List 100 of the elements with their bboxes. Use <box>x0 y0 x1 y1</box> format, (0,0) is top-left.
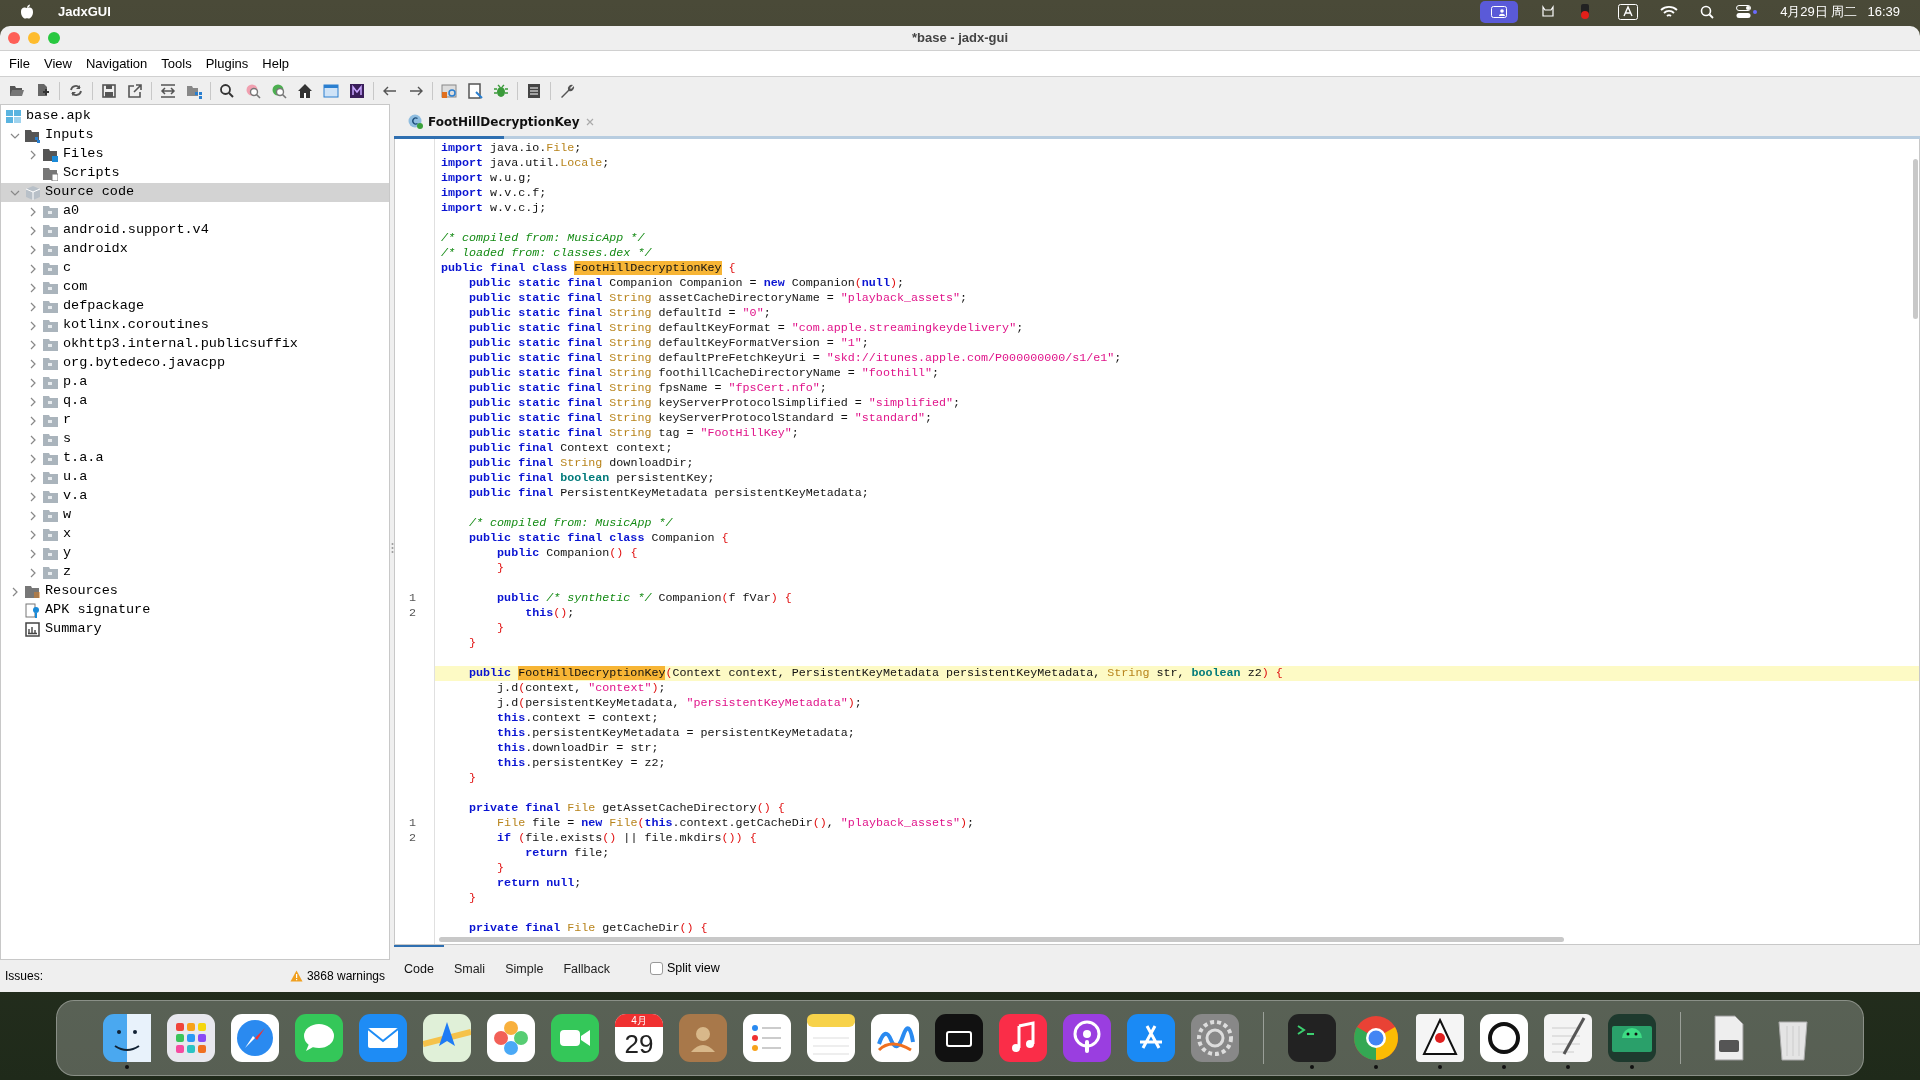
menubar-date[interactable]: 4月29日 周二 <box>1780 2 1858 22</box>
envelope-icon[interactable] <box>359 1013 407 1062</box>
tree-item[interactable]: x <box>63 524 72 545</box>
map-icon[interactable] <box>423 1013 471 1062</box>
tree-item[interactable]: Scripts <box>63 163 120 184</box>
code-line: this.persistentKeyMetadata = persistentKeyMetadata; <box>496 726 855 740</box>
wifi-icon[interactable] <box>1660 5 1679 19</box>
bug-icon[interactable] <box>493 82 509 99</box>
music-note-icon[interactable] <box>999 1013 1047 1062</box>
speech-bubble-icon[interactable] <box>295 1013 343 1062</box>
pencil-paper-icon[interactable] <box>1544 1013 1592 1062</box>
tree-item[interactable]: Source code <box>45 182 135 203</box>
search-icon[interactable] <box>1700 5 1715 19</box>
splitter-handle[interactable] <box>390 542 394 554</box>
tree-item[interactable]: p.a <box>63 372 88 393</box>
menu-item[interactable]: View <box>36 53 79 74</box>
horizontal-scrollbar[interactable] <box>439 937 1564 942</box>
browser-ring-icon[interactable] <box>1352 1013 1400 1062</box>
tree-item[interactable]: y <box>63 543 72 564</box>
tree-item[interactable]: Inputs <box>45 125 94 146</box>
tree-item[interactable]: APK signature <box>45 600 151 621</box>
tree-item[interactable]: Resources <box>45 581 118 602</box>
refresh-icon[interactable] <box>68 82 84 99</box>
code-editor[interactable] <box>394 139 1920 944</box>
folder-icon <box>42 242 58 257</box>
app-grid-icon[interactable] <box>167 1013 215 1062</box>
window-icon[interactable] <box>323 82 339 99</box>
tree-item[interactable]: Summary <box>45 619 102 640</box>
code-line: j.d(persistentKeyMetadata, "persistentKeyMetadata"); <box>496 696 862 710</box>
tree-item[interactable]: w <box>63 505 72 526</box>
podcast-icon[interactable] <box>1063 1013 1111 1062</box>
app-store-icon[interactable] <box>1127 1013 1175 1062</box>
tree-item[interactable]: t.a.a <box>63 448 104 469</box>
screen-share-status[interactable] <box>1480 1 1519 23</box>
tree-item[interactable]: kotlinx.coroutines <box>63 315 209 336</box>
tv-app-icon[interactable] <box>935 1013 983 1062</box>
tree-item[interactable]: Files <box>63 144 104 165</box>
menubar-clock[interactable]: 16:39 <box>1867 2 1900 22</box>
tree-item[interactable]: c <box>63 258 72 279</box>
control-center-icon[interactable] <box>1736 5 1759 19</box>
tree-item[interactable]: u.a <box>63 467 88 488</box>
terminal-icon[interactable] <box>1288 1013 1336 1062</box>
view-tab[interactable]: Fallback <box>553 945 620 992</box>
code-line: /* compiled from: MusicApp */ <box>441 231 645 245</box>
tree-item[interactable]: base.apk <box>26 106 91 127</box>
selected-tree-row[interactable]: Source code <box>1 183 389 202</box>
menu-item[interactable]: Navigation <box>78 53 155 74</box>
vertical-scrollbar[interactable] <box>1913 159 1918 319</box>
lock-gear-icon[interactable] <box>441 82 457 99</box>
expand-arrows-icon[interactable] <box>160 82 176 99</box>
menu-item[interactable]: Plugins <box>198 53 256 74</box>
folder-icon <box>42 527 58 542</box>
menu-item[interactable]: Help <box>255 53 297 74</box>
tree-item[interactable]: androidx <box>63 239 128 260</box>
close-window-button[interactable] <box>8 32 20 44</box>
tree-item[interactable]: android.support.v4 <box>63 220 209 241</box>
menu-item[interactable]: File <box>2 53 37 74</box>
editor-tab[interactable]: FootHillDecryptionKey <box>404 108 600 136</box>
split-view-checkbox[interactable]: Split view <box>649 959 720 978</box>
menu-item[interactable]: Tools <box>154 53 199 74</box>
tree-item[interactable]: r <box>63 410 72 431</box>
squiggle-icon[interactable] <box>871 1013 919 1062</box>
compass-icon[interactable] <box>231 1013 279 1062</box>
tree-item[interactable]: a0 <box>63 201 80 222</box>
tree-item[interactable]: v.a <box>63 486 88 507</box>
wrench-icon[interactable] <box>559 82 575 99</box>
tree-item[interactable]: q.a <box>63 391 88 412</box>
input-method-icon[interactable] <box>1618 4 1639 20</box>
calendar-app-icon[interactable]: 4月 29 <box>615 1013 663 1062</box>
tree-item[interactable]: okhttp3.internal.publicsuffix <box>63 334 298 355</box>
tree-item[interactable]: org.bytedeco.javacpp <box>63 353 226 374</box>
tree-item[interactable]: s <box>63 429 72 450</box>
app-name[interactable]: JadxGUI <box>58 2 111 22</box>
tree-item[interactable]: com <box>63 277 88 298</box>
log-list-icon[interactable] <box>526 82 542 99</box>
view-tab[interactable]: Code <box>394 945 444 992</box>
search-usage-icon[interactable] <box>271 82 287 99</box>
tree-item[interactable]: defpackage <box>63 296 144 317</box>
checklist-icon[interactable] <box>743 1013 791 1062</box>
add-file-icon[interactable] <box>35 82 51 99</box>
settings-icon[interactable] <box>1191 1013 1239 1062</box>
face-app-icon[interactable] <box>103 1013 151 1062</box>
android-robot-icon[interactable] <box>1608 1013 1656 1062</box>
letter-m-icon[interactable] <box>349 82 365 99</box>
notepad-icon[interactable] <box>807 1013 855 1062</box>
code-line: if (file.exists() || file.mkdirs()) { <box>496 831 757 845</box>
tree-item[interactable]: z <box>63 562 72 583</box>
home-icon[interactable] <box>297 82 313 99</box>
warnings-count[interactable]: 3868 warnings <box>306 967 385 985</box>
contact-book-icon[interactable] <box>679 1013 727 1062</box>
view-tab[interactable]: Smali <box>443 945 496 992</box>
search-icon[interactable] <box>219 82 235 99</box>
search-class-icon[interactable] <box>245 82 261 99</box>
code-line: private final File getAssetCacheDirectory() { <box>468 801 785 815</box>
video-camera-icon[interactable] <box>551 1013 599 1062</box>
flower-icon[interactable] <box>487 1013 535 1062</box>
save-icon[interactable] <box>101 82 117 99</box>
circle-app-icon[interactable] <box>1480 1013 1528 1062</box>
export-icon[interactable] <box>127 82 143 99</box>
view-tab[interactable]: Simple <box>495 945 554 992</box>
